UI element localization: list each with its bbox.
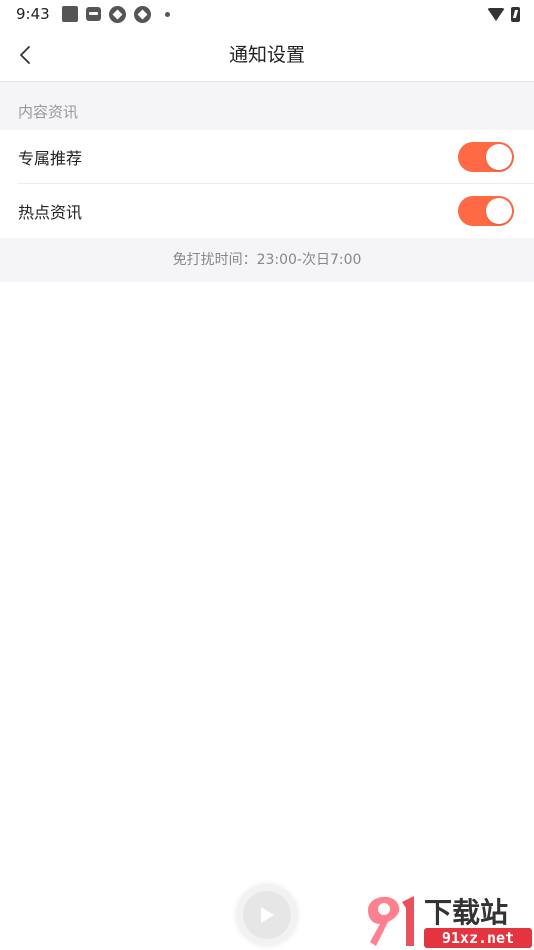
hot-news-toggle[interactable] — [458, 196, 514, 226]
play-icon — [261, 907, 274, 923]
do-not-disturb-note: 免打扰时间：23:00-次日7:00 — [0, 238, 534, 282]
status-notification-icons — [61, 5, 170, 23]
watermark-text-bottom: 91xz.net — [442, 929, 514, 947]
status-time: 9:43 — [16, 5, 50, 23]
setting-row-exclusive-recommend: 专属推荐 — [0, 130, 534, 184]
play-button[interactable] — [236, 884, 298, 946]
screen: 9:43 通知设置 内容资讯 专属推荐 热点资讯 免打扰时间：23:00-次日7… — [0, 0, 534, 950]
toggle-knob — [486, 198, 512, 224]
setting-row-hot-news: 热点资讯 — [0, 184, 534, 238]
watermark-graphic: 下载站 91xz.net — [368, 896, 532, 948]
watermark-logo: 下载站 91xz.net — [362, 888, 534, 950]
aperture-icon — [108, 5, 126, 23]
battery-charging-icon — [511, 6, 520, 22]
status-system-icons — [487, 6, 520, 22]
setting-label: 热点资讯 — [18, 203, 83, 222]
news-app-icon — [85, 7, 101, 21]
play-button-inner — [243, 891, 291, 939]
setting-label: 专属推荐 — [18, 149, 83, 168]
status-bar: 9:43 — [0, 0, 534, 28]
aperture-icon — [133, 5, 151, 23]
page-title: 通知设置 — [228, 44, 305, 66]
watermark-text-top: 下载站 — [424, 896, 508, 929]
exclusive-recommend-toggle[interactable] — [458, 142, 514, 172]
wifi-icon — [487, 7, 505, 21]
toggle-knob — [486, 144, 512, 170]
more-dot-icon — [164, 11, 170, 17]
notification-square-icon — [61, 6, 78, 22]
section-header: 内容资讯 — [0, 82, 534, 130]
nav-bar: 通知设置 — [0, 28, 534, 82]
